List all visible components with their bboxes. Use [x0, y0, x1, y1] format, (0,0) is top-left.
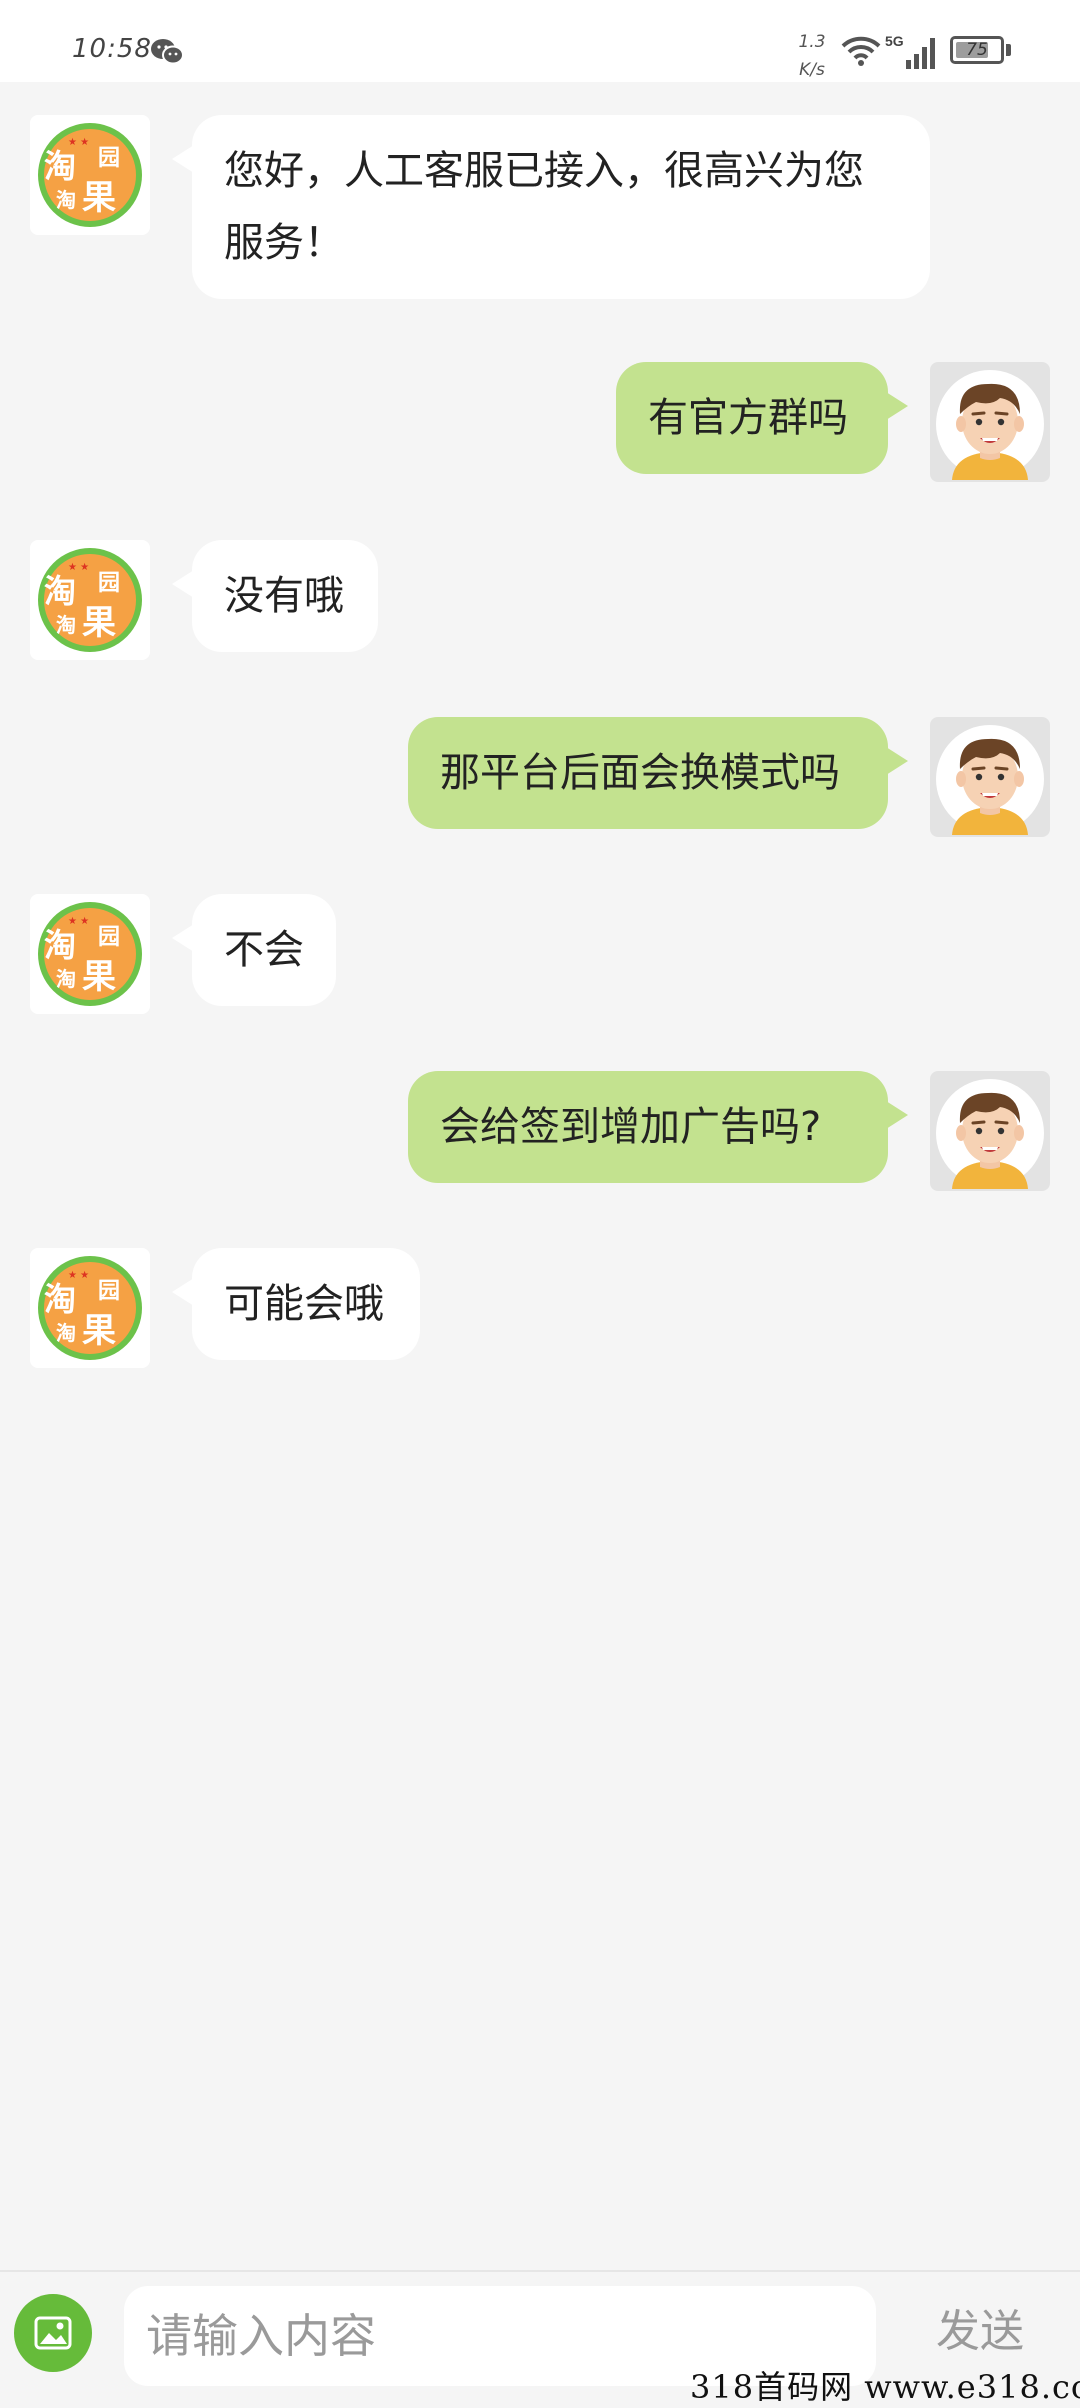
user-avatar[interactable] — [930, 362, 1050, 482]
user-avatar[interactable] — [930, 1071, 1050, 1191]
bubble-tail — [172, 924, 194, 952]
network-type-label: 5G — [885, 33, 904, 49]
shop-avatar[interactable]: ★ ★ 淘 园 淘 果 — [30, 894, 150, 1014]
shop-avatar[interactable]: ★ ★ 淘 园 淘 果 — [30, 115, 150, 235]
svg-text:淘: 淘 — [44, 147, 76, 185]
svg-text:园: 园 — [98, 571, 120, 596]
cellular-signal-icon: 5G — [885, 33, 935, 69]
message-bubble[interactable]: 不会 — [192, 894, 336, 1006]
svg-text:园: 园 — [98, 146, 120, 171]
battery-cap — [1006, 44, 1011, 56]
shop-logo-icon: ★ ★ 淘 园 淘 果 — [38, 123, 142, 227]
image-icon — [34, 2316, 72, 2350]
battery-icon: 75 — [950, 36, 1004, 64]
send-button[interactable]: 发送 — [920, 2302, 1040, 2362]
bubble-tail — [886, 1101, 908, 1129]
image-picker-button[interactable] — [14, 2294, 92, 2372]
bubble-tail — [172, 1278, 194, 1306]
shop-logo-icon: ★ ★ 淘 园 淘 果 — [38, 548, 142, 652]
message-bubble[interactable]: 可能会哦 — [192, 1248, 420, 1360]
message-bubble[interactable]: 会给签到增加广告吗? — [408, 1071, 888, 1183]
svg-text:园: 园 — [98, 1279, 120, 1304]
wifi-icon — [841, 36, 881, 66]
bubble-tail — [172, 145, 194, 173]
svg-text:淘: 淘 — [56, 1321, 76, 1345]
status-bar: 10:58 1.3 K/s 5G 75 — [0, 0, 1080, 82]
svg-text:淘: 淘 — [56, 613, 76, 637]
svg-text:果: 果 — [82, 178, 116, 218]
message-bubble[interactable]: 有官方群吗 — [616, 362, 888, 474]
status-time: 10:58 — [72, 34, 152, 64]
network-speed: 1.3 K/s — [798, 32, 826, 80]
svg-text:淘: 淘 — [56, 188, 76, 212]
user-avatar-icon — [936, 1079, 1044, 1189]
bubble-tail — [886, 392, 908, 420]
bubble-tail — [886, 747, 908, 775]
svg-text:淘: 淘 — [44, 926, 76, 964]
svg-text:淘: 淘 — [56, 967, 76, 991]
shop-avatar[interactable]: ★ ★ 淘 园 淘 果 — [30, 1248, 150, 1368]
shop-logo-icon: ★ ★ 淘 园 淘 果 — [38, 1256, 142, 1360]
battery-level-text: 75 — [966, 40, 988, 60]
user-avatar-icon — [936, 370, 1044, 480]
message-bubble[interactable]: 那平台后面会换模式吗 — [408, 717, 888, 829]
user-avatar[interactable] — [930, 717, 1050, 837]
svg-text:淘: 淘 — [44, 572, 76, 610]
svg-text:果: 果 — [82, 957, 116, 997]
message-bubble[interactable]: 您好，人工客服已接入，很高兴为您服务！ — [192, 115, 930, 299]
svg-text:果: 果 — [82, 603, 116, 643]
shop-logo-icon: ★ ★ 淘 园 淘 果 — [38, 902, 142, 1006]
svg-text:园: 园 — [98, 925, 120, 950]
shop-avatar[interactable]: ★ ★ 淘 园 淘 果 — [30, 540, 150, 660]
bubble-tail — [172, 570, 194, 598]
watermark: 318首码网 www.e318.com — [690, 2368, 1080, 2406]
svg-text:果: 果 — [82, 1311, 116, 1351]
message-bubble[interactable]: 没有哦 — [192, 540, 378, 652]
wechat-notification-icon — [151, 39, 184, 65]
svg-text:淘: 淘 — [44, 1280, 76, 1318]
user-avatar-icon — [936, 725, 1044, 835]
